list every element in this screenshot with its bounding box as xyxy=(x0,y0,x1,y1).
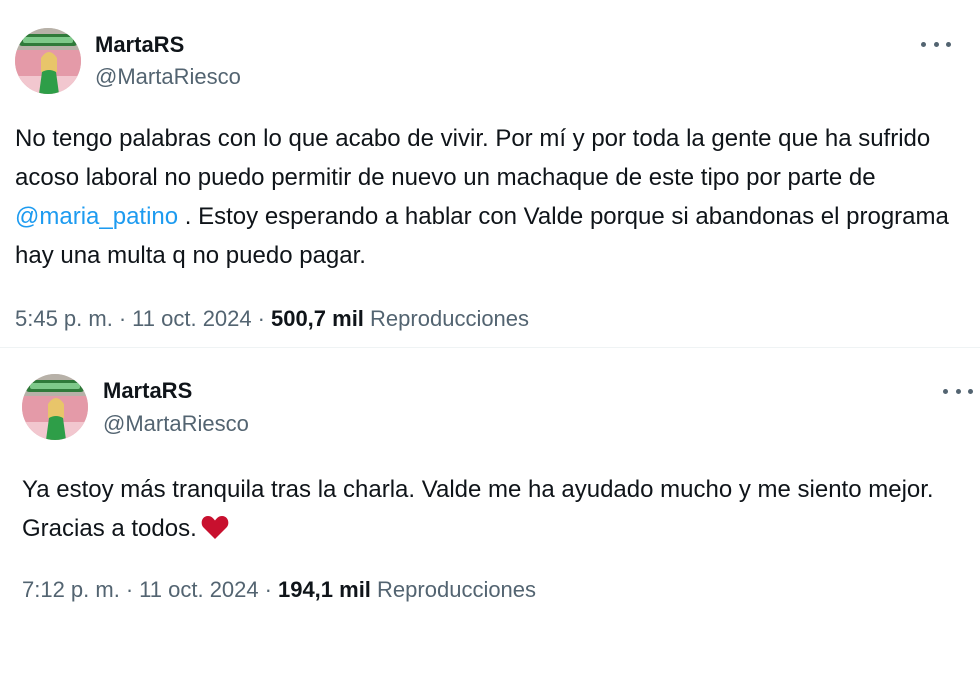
tweet-time[interactable]: 7:12 p. m. xyxy=(22,577,120,602)
avatar[interactable] xyxy=(22,374,88,440)
views-count: 500,7 mil xyxy=(270,306,364,331)
tweet-time[interactable]: 5:45 p. m. xyxy=(15,306,113,331)
mention-link[interactable]: @maria_patino xyxy=(15,203,178,230)
separator: · xyxy=(118,306,127,331)
tweet-text: No tengo palabras con lo que acabo de vi… xyxy=(15,119,965,275)
display-name[interactable]: MartaRS xyxy=(95,32,184,58)
user-handle[interactable]: @MartaRiesco xyxy=(95,64,241,90)
avatar[interactable] xyxy=(15,28,81,94)
views-label: Reproducciones xyxy=(377,577,537,602)
views-label: Reproducciones xyxy=(370,306,530,331)
tweet-1: MartaRS @MartaRiesco No tengo palabras c… xyxy=(0,0,980,347)
more-options-button[interactable] xyxy=(921,34,951,54)
profile-photo-icon xyxy=(22,374,88,440)
profile-photo-icon xyxy=(15,28,81,94)
heart-icon xyxy=(201,513,229,552)
separator: · xyxy=(264,577,272,602)
tweet-meta: 5:45 p. m. · 11 oct. 2024 · 500,7 mil Reprod… xyxy=(15,306,529,332)
tweet-text: Ya estoy más tranquila tras la charla. V… xyxy=(22,470,967,552)
tweet-text-body: Ya estoy más tranquila tras la charla. V… xyxy=(22,476,934,542)
tweet-date[interactable]: 11 oct. 2024 xyxy=(132,306,251,331)
ellipsis-icon xyxy=(943,388,948,394)
user-handle[interactable]: @MartaRiesco xyxy=(103,411,249,437)
tweet-date[interactable]: 11 oct. 2024 xyxy=(139,577,258,602)
display-name[interactable]: MartaRS xyxy=(103,378,192,404)
separator: · xyxy=(125,577,134,602)
views-count: 194,1 mil xyxy=(277,577,371,602)
tweet-text-start: No tengo palabras con lo que acabo de vi… xyxy=(15,125,931,191)
ellipsis-icon xyxy=(921,41,926,47)
tweet-meta: 7:12 p. m. · 11 oct. 2024 · 194,1 mil Reprod… xyxy=(22,577,536,603)
tweet-2: MartaRS @MartaRiesco Ya estoy más tranqu… xyxy=(0,347,980,687)
separator: · xyxy=(257,306,265,331)
more-options-button[interactable] xyxy=(943,381,973,401)
